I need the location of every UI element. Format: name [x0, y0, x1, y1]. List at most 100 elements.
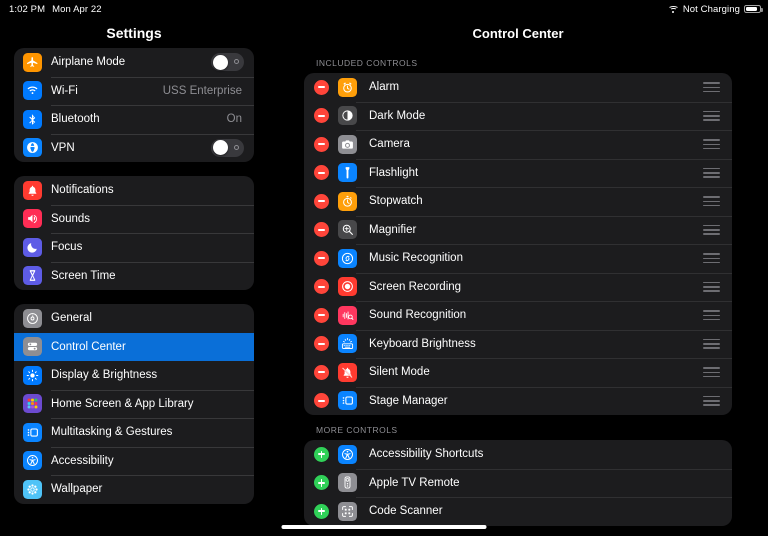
sidebar-item-multitasking-gestures[interactable]: Multitasking & Gestures: [14, 418, 254, 447]
reorder-handle-icon[interactable]: [703, 281, 720, 292]
control-row[interactable]: Magnifier: [304, 215, 732, 245]
sidebar-item-label: Bluetooth: [51, 113, 100, 126]
speaker-icon: [23, 209, 42, 229]
control-row[interactable]: Flashlight: [304, 158, 732, 188]
remove-control-button[interactable]: [314, 79, 329, 95]
home-indicator[interactable]: [281, 525, 487, 529]
sidebar-item-control-center[interactable]: Control Center: [14, 332, 254, 361]
sidebar-item-accessibility[interactable]: Accessibility: [14, 446, 254, 476]
sidebar-item-label: General: [51, 312, 92, 325]
remove-control-button[interactable]: [314, 307, 329, 323]
control-label: Silent Mode: [369, 366, 430, 379]
detail-title: Control Center: [472, 25, 564, 41]
section-header: MORE CONTROLS: [316, 425, 398, 435]
reorder-handle-icon[interactable]: [703, 110, 720, 121]
control-row[interactable]: Keyboard Brightness: [304, 329, 732, 359]
alarm-clock-icon: [338, 77, 357, 97]
toggle-switch[interactable]: [211, 53, 244, 72]
reorder-handle-icon[interactable]: [703, 310, 720, 321]
sidebar-item-general[interactable]: General: [14, 304, 254, 333]
code-scanner-icon: [338, 501, 357, 521]
wallpaper-icon: [23, 479, 42, 499]
control-row[interactable]: Dark Mode: [304, 101, 732, 131]
flashlight-icon: [338, 163, 357, 183]
accessibility-icon: [23, 451, 42, 471]
control-row[interactable]: Stopwatch: [304, 187, 732, 216]
add-control-button[interactable]: [314, 475, 329, 491]
keyboard-brightness-icon: [338, 334, 357, 354]
settings-sidebar[interactable]: Settings Airplane Mode Wi-Fi USS Enterpris…: [0, 0, 268, 536]
control-row[interactable]: Alarm: [304, 73, 732, 102]
remove-control-button[interactable]: [314, 279, 329, 295]
brightness-icon: [23, 365, 42, 385]
reorder-handle-icon[interactable]: [703, 395, 720, 406]
status-left: 1:02 PM Mon Apr 22: [9, 4, 102, 15]
reorder-handle-icon[interactable]: [703, 224, 720, 235]
sidebar-item-label: Focus: [51, 241, 83, 254]
control-label: Camera: [369, 138, 410, 151]
reorder-handle-icon[interactable]: [703, 82, 720, 93]
sidebar-item-vpn[interactable]: VPN: [14, 133, 254, 163]
remove-control-button[interactable]: [314, 393, 329, 409]
remove-control-button[interactable]: [314, 250, 329, 266]
reorder-handle-icon[interactable]: [703, 139, 720, 150]
remove-control-button[interactable]: [314, 108, 329, 124]
control-row[interactable]: Camera: [304, 130, 732, 159]
control-label: Stage Manager: [369, 394, 448, 407]
control-label: Alarm: [369, 81, 400, 94]
reorder-handle-icon[interactable]: [703, 253, 720, 264]
remove-control-button[interactable]: [314, 136, 329, 152]
sidebar-item-wallpaper[interactable]: Wallpaper: [14, 475, 254, 504]
sidebar-item-label: Multitasking & Gestures: [51, 426, 173, 439]
control-row[interactable]: Music Recognition: [304, 244, 732, 273]
sidebar-item-label: Accessibility: [51, 454, 114, 467]
sidebar-item-wi-fi[interactable]: Wi-Fi USS Enterprise: [14, 76, 254, 106]
controls-card: Accessibility Shortcuts Apple TV Remote Co…: [304, 440, 732, 526]
control-label: Sound Recognition: [369, 309, 467, 322]
sidebar-item-label: Sounds: [51, 212, 91, 225]
reorder-handle-icon[interactable]: [703, 338, 720, 349]
gear-icon: [23, 308, 42, 328]
sidebar-item-display-brightness[interactable]: Display & Brightness: [14, 361, 254, 390]
section-header: INCLUDED CONTROLS: [316, 58, 418, 68]
control-row[interactable]: Sound Recognition: [304, 301, 732, 330]
add-control-button[interactable]: [314, 503, 329, 519]
sidebar-item-screen-time[interactable]: Screen Time: [14, 261, 254, 291]
control-row[interactable]: Screen Recording: [304, 272, 732, 302]
add-control-button[interactable]: [314, 446, 329, 462]
sidebar-group: Airplane Mode Wi-Fi USS Enterprise Bluetoot…: [14, 48, 254, 162]
sidebar-list[interactable]: Airplane Mode Wi-Fi USS Enterprise Bluetoot…: [0, 48, 268, 504]
status-date: Mon Apr 22: [52, 3, 102, 15]
control-label: Accessibility Shortcuts: [369, 448, 484, 461]
vpn-globe-icon: [23, 138, 42, 158]
stage-manager-icon: [338, 391, 357, 411]
toggle-switch[interactable]: [211, 138, 244, 157]
wifi-icon: [23, 81, 42, 101]
sidebar-item-focus[interactable]: Focus: [14, 233, 254, 262]
control-row[interactable]: Accessibility Shortcuts: [304, 440, 732, 469]
tv-remote-icon: [338, 473, 357, 493]
control-row[interactable]: Stage Manager: [304, 386, 732, 416]
control-label: Dark Mode: [369, 109, 426, 122]
control-center-detail[interactable]: Control Center INCLUDED CONTROLS Alarm Dar…: [268, 0, 768, 536]
control-row[interactable]: Apple TV Remote: [304, 468, 732, 498]
sidebar-item-bluetooth[interactable]: Bluetooth On: [14, 105, 254, 134]
reorder-handle-icon[interactable]: [703, 167, 720, 178]
remove-control-button[interactable]: [314, 193, 329, 209]
control-label: Keyboard Brightness: [369, 337, 476, 350]
reorder-handle-icon[interactable]: [703, 196, 720, 207]
remove-control-button[interactable]: [314, 222, 329, 238]
sidebar-item-airplane-mode[interactable]: Airplane Mode: [14, 48, 254, 77]
detail-sections[interactable]: INCLUDED CONTROLS Alarm Dark Mode Camera Fla…: [268, 48, 768, 526]
reorder-handle-icon[interactable]: [703, 367, 720, 378]
control-label: Stopwatch: [369, 195, 423, 208]
sidebar-item-sounds[interactable]: Sounds: [14, 204, 254, 234]
control-row[interactable]: Code Scanner: [304, 497, 732, 526]
sidebar-item-home-screen-app-library[interactable]: Home Screen & App Library: [14, 389, 254, 419]
control-row[interactable]: Silent Mode: [304, 358, 732, 387]
sidebar-item-notifications[interactable]: Notifications: [14, 176, 254, 205]
remove-control-button[interactable]: [314, 364, 329, 380]
remove-control-button[interactable]: [314, 165, 329, 181]
remove-control-button[interactable]: [314, 336, 329, 352]
sidebar-item-label: Airplane Mode: [51, 56, 126, 69]
